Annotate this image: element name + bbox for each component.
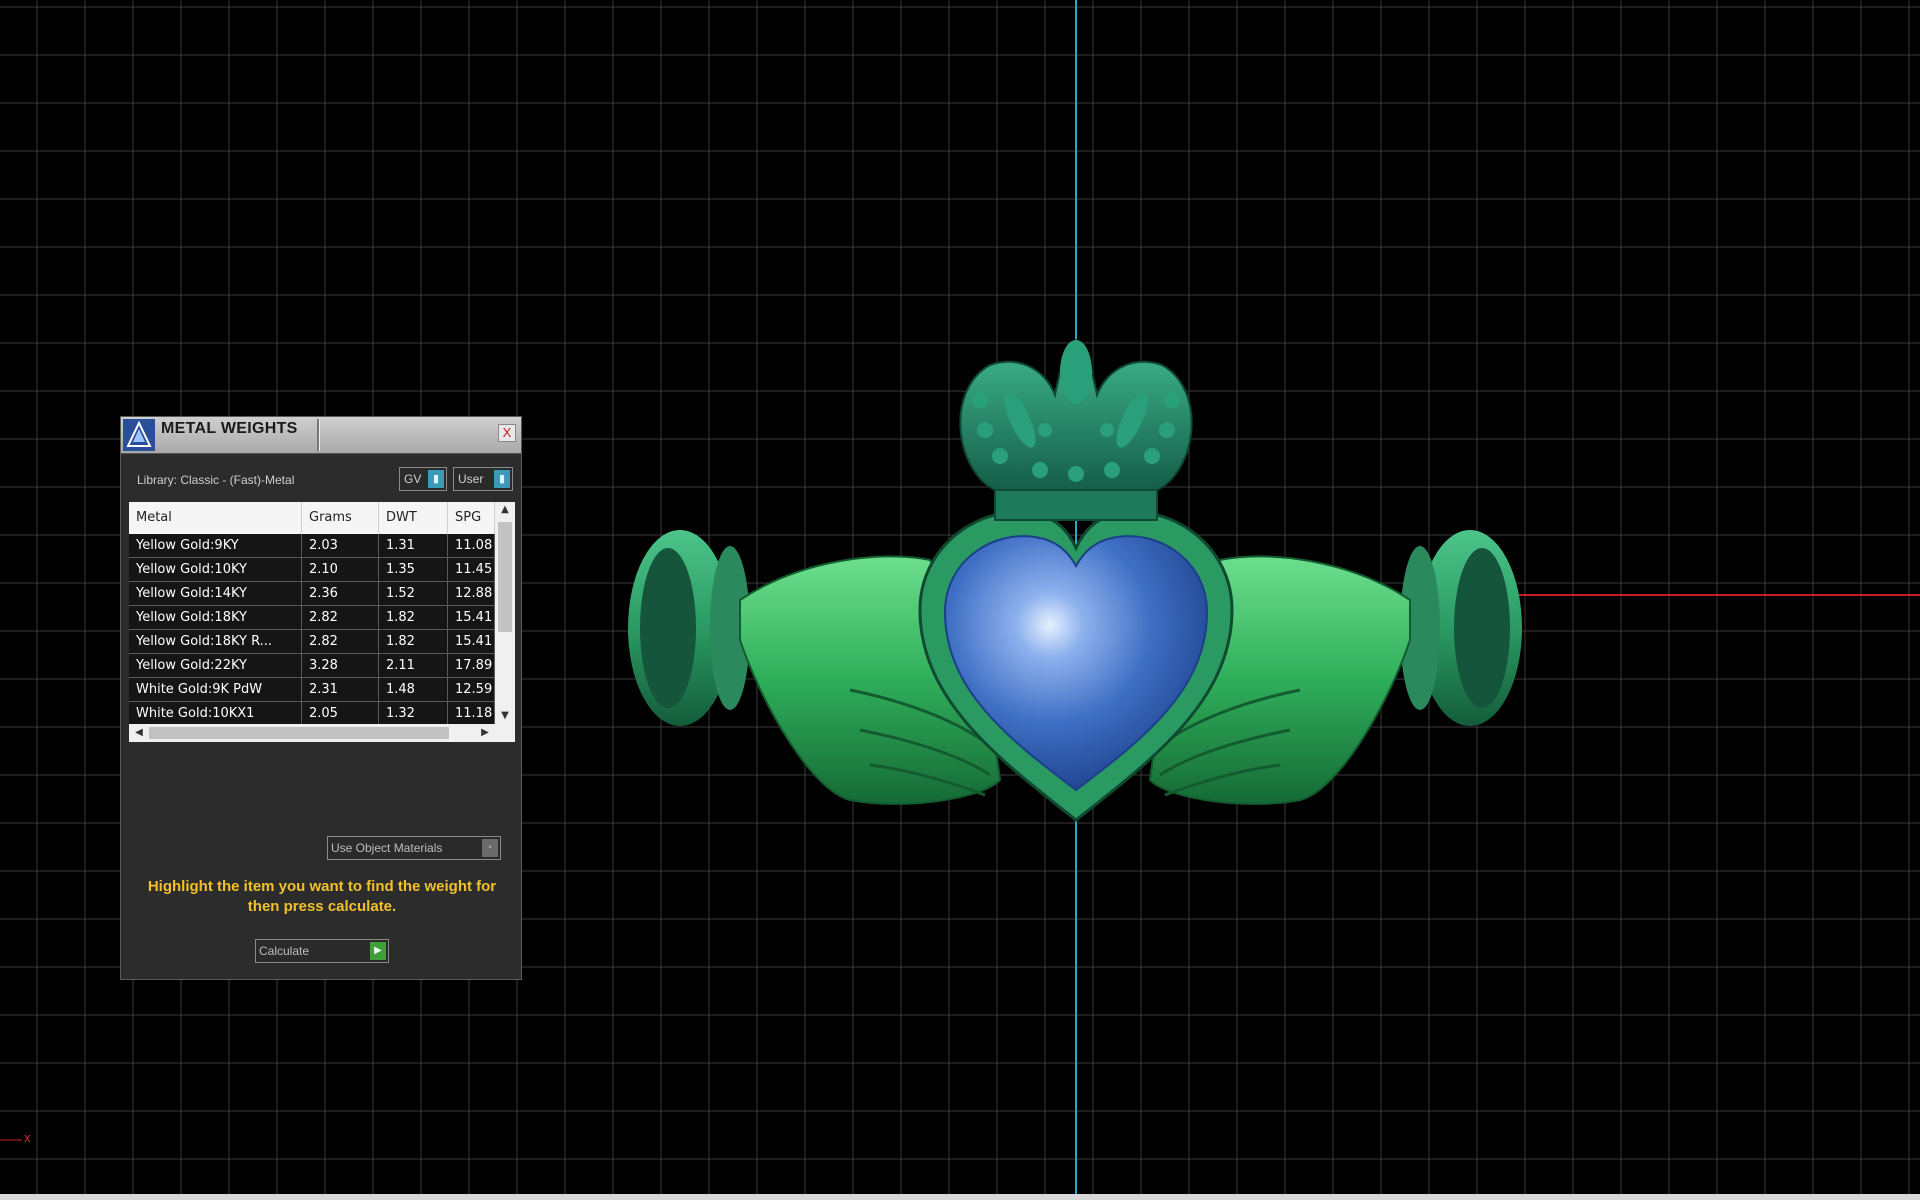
cell-grams: 3.28 — [302, 654, 379, 677]
instruction-text: Highlight the item you want to find the … — [147, 878, 497, 915]
cell-metal: Yellow Gold:14KY — [129, 582, 302, 605]
table-row[interactable]: Yellow Gold:14KY 2.36 1.52 12.88 — [129, 582, 495, 606]
close-button[interactable]: X — [498, 424, 516, 442]
cell-metal: White Gold:9K PdW — [129, 678, 302, 701]
crown — [959, 338, 1193, 521]
column-header-grams[interactable]: Grams — [302, 502, 379, 534]
dropdown-icon[interactable]: ◦ — [482, 839, 498, 857]
user-select[interactable]: User ▮ — [453, 467, 513, 491]
scroll-right-icon[interactable]: ▶ — [477, 724, 493, 742]
cell-spg: 12.59 — [448, 678, 495, 701]
cell-dwt: 1.52 — [379, 582, 448, 605]
column-header-dwt[interactable]: DWT — [379, 502, 448, 534]
cell-metal: Yellow Gold:10KY — [129, 558, 302, 581]
cell-dwt: 1.82 — [379, 630, 448, 653]
horizontal-scroll-thumb[interactable] — [149, 727, 449, 739]
cell-grams: 2.05 — [302, 702, 379, 725]
play-arrow-icon[interactable]: ▶ — [370, 942, 386, 960]
cell-metal: Yellow Gold:18KY — [129, 606, 302, 629]
dropdown-icon[interactable]: ▮ — [428, 470, 444, 488]
claddagh-ring-model — [628, 338, 1522, 822]
cell-dwt: 1.82 — [379, 606, 448, 629]
table-header: Metal Grams DWT SPG — [129, 502, 495, 534]
vertical-scroll-thumb[interactable] — [498, 522, 512, 632]
table-body: Yellow Gold:9KY 2.03 1.31 11.08 Yellow Gold:… — [129, 534, 495, 742]
cell-spg: 11.45 — [448, 558, 495, 581]
cell-spg: 15.41 — [448, 630, 495, 653]
object-materials-label: Use Object Materials — [331, 841, 443, 855]
cell-grams: 2.03 — [302, 534, 379, 557]
right-cuff — [1400, 530, 1522, 726]
cell-dwt: 1.32 — [379, 702, 448, 725]
table-row[interactable]: Yellow Gold:18KY 2.82 1.82 15.41 — [129, 606, 495, 630]
horizontal-scrollbar[interactable]: ◀ ▶ — [129, 724, 515, 742]
table-row[interactable]: White Gold:10KX1 2.05 1.32 11.18 — [129, 702, 495, 726]
table-row[interactable]: Yellow Gold:9KY 2.03 1.31 11.08 — [129, 534, 495, 558]
cell-metal: Yellow Gold:18KY R... — [129, 630, 302, 653]
gv-select-label: GV — [404, 472, 422, 486]
column-header-metal[interactable]: Metal — [129, 502, 302, 534]
scroll-left-icon[interactable]: ◀ — [131, 724, 147, 742]
table-row[interactable]: Yellow Gold:10KY 2.10 1.35 11.45 — [129, 558, 495, 582]
cell-grams: 2.82 — [302, 606, 379, 629]
table-row[interactable]: Yellow Gold:18KY R... 2.82 1.82 15.41 — [129, 630, 495, 654]
metal-weights-table[interactable]: Metal Grams DWT SPG Yellow Gold:9KY 2.03 1… — [129, 502, 515, 742]
bottom-status-strip — [0, 1194, 1920, 1200]
panel-titlebar[interactable]: METAL WEIGHTS X — [121, 417, 521, 454]
app-logo-icon — [123, 419, 155, 451]
cell-metal: Yellow Gold:9KY — [129, 534, 302, 557]
cell-spg: 17.89 — [448, 654, 495, 677]
cell-grams: 2.10 — [302, 558, 379, 581]
library-label: Library: Classic - (Fast)-Metal — [137, 473, 295, 487]
cell-spg: 15.41 — [448, 606, 495, 629]
table-row[interactable]: Yellow Gold:22KY 3.28 2.11 17.89 — [129, 654, 495, 678]
metal-weights-panel[interactable]: METAL WEIGHTS X Library: Classic - (Fast… — [120, 416, 522, 980]
cell-spg: 11.08 — [448, 534, 495, 557]
dropdown-icon[interactable]: ▮ — [494, 470, 510, 488]
cell-dwt: 1.35 — [379, 558, 448, 581]
gv-select[interactable]: GV ▮ — [399, 467, 447, 491]
object-materials-select[interactable]: Use Object Materials ◦ — [327, 836, 501, 860]
cell-dwt: 2.11 — [379, 654, 448, 677]
cell-grams: 2.82 — [302, 630, 379, 653]
calculate-label: Calculate — [259, 944, 310, 958]
scroll-down-icon[interactable]: ▼ — [495, 708, 515, 724]
vertical-scrollbar[interactable]: ▲ ▼ — [495, 502, 515, 724]
calculate-button[interactable]: Calculate ▶ — [255, 939, 389, 963]
cell-metal: White Gold:10KX1 — [129, 702, 302, 725]
cell-spg: 12.88 — [448, 582, 495, 605]
axis-x-label: x — [24, 1130, 31, 1145]
cell-dwt: 1.31 — [379, 534, 448, 557]
cell-dwt: 1.48 — [379, 678, 448, 701]
cell-metal: Yellow Gold:22KY — [129, 654, 302, 677]
cell-grams: 2.31 — [302, 678, 379, 701]
user-select-label: User — [458, 472, 484, 486]
cell-grams: 2.36 — [302, 582, 379, 605]
left-cuff — [628, 530, 750, 726]
title-separator — [317, 419, 320, 451]
panel-title: METAL WEIGHTS — [161, 420, 298, 437]
cell-spg: 11.18 — [448, 702, 495, 725]
column-header-spg[interactable]: SPG — [448, 502, 495, 534]
scroll-up-icon[interactable]: ▲ — [495, 502, 515, 518]
table-row[interactable]: White Gold:9K PdW 2.31 1.48 12.59 — [129, 678, 495, 702]
